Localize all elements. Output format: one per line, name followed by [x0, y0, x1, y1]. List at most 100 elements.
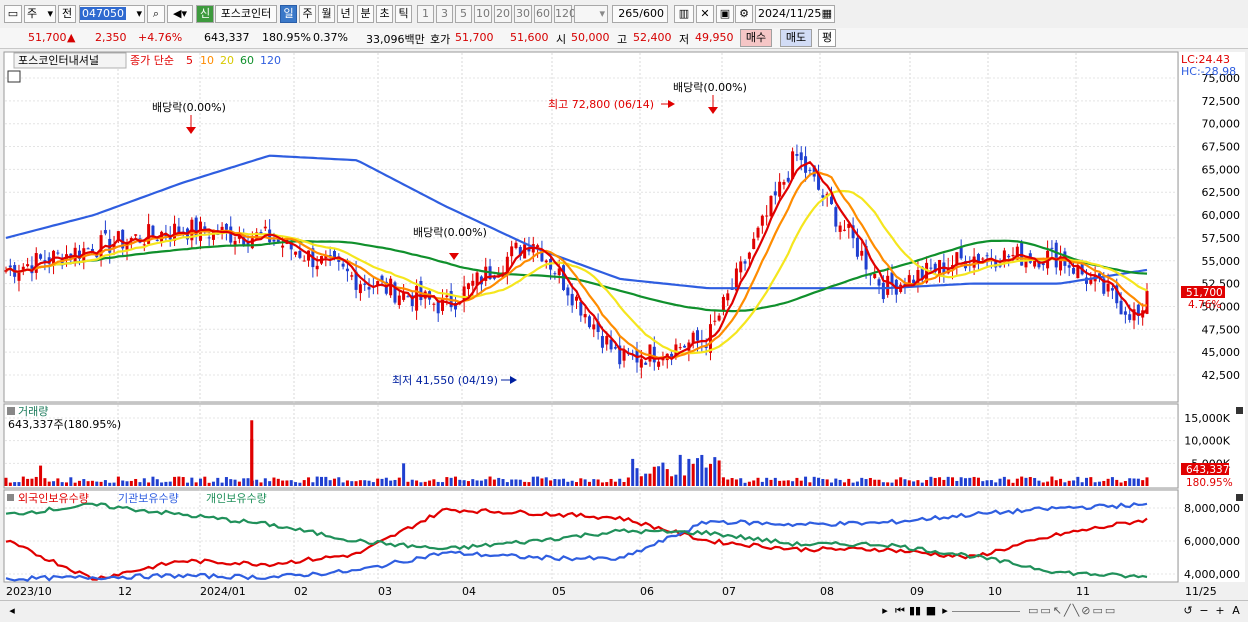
volume-bar — [380, 478, 384, 486]
pause-icon[interactable]: ▮▮ — [909, 603, 921, 619]
volume-bar — [60, 482, 64, 486]
volume-bar — [605, 482, 609, 486]
volume-bar — [721, 477, 725, 486]
candle-body — [8, 265, 12, 268]
font-size-icon[interactable]: A — [1230, 603, 1242, 619]
candle-body — [959, 247, 963, 259]
candle-body — [142, 244, 146, 246]
volume-bar — [963, 478, 967, 486]
chevron-down-icon: ▾ — [599, 7, 605, 20]
panel-collapse-icon[interactable] — [7, 494, 14, 501]
volume-bar — [933, 477, 937, 486]
drawing-tools[interactable]: ▭▭↖╱╲⊘▭▭ — [1028, 603, 1168, 619]
period-week[interactable]: 주 — [299, 5, 316, 23]
period-day[interactable]: 일 — [280, 5, 297, 23]
legend-foreign: 외국인보유수량 — [18, 492, 89, 505]
volume-bar — [985, 480, 989, 486]
sell-button[interactable]: 매도 — [780, 29, 812, 47]
candle-body — [1054, 242, 1058, 268]
period-year[interactable]: 년 — [337, 5, 354, 23]
volume-bar — [691, 463, 695, 486]
period-month[interactable]: 월 — [318, 5, 335, 23]
volume-bar — [1145, 477, 1149, 486]
interval-5[interactable]: 5 — [455, 5, 472, 23]
candle-body — [648, 344, 652, 362]
period-minute[interactable]: 분 — [357, 5, 374, 23]
zoom-slider[interactable] — [952, 603, 1020, 612]
interval-10[interactable]: 10 — [474, 5, 492, 23]
x-axis-label: 10 — [988, 585, 1002, 598]
volume-bar — [873, 479, 877, 486]
candle-body — [415, 285, 419, 311]
panel-close-icon[interactable] — [1236, 407, 1243, 414]
volume-bar — [544, 477, 548, 486]
custom-interval-select[interactable]: ▾ — [574, 5, 608, 23]
zoom-out-icon[interactable]: − — [1198, 603, 1210, 619]
play-icon[interactable]: ▸ — [879, 603, 891, 619]
forward-icon[interactable]: ▸ — [939, 603, 951, 619]
rewind-icon[interactable]: ⏮ — [893, 603, 907, 619]
candle-body — [397, 295, 401, 306]
gear-icon[interactable]: ⚙ — [735, 5, 753, 23]
volume-bar — [302, 480, 306, 486]
volume-bar — [337, 477, 341, 486]
panel-table-icon[interactable] — [7, 70, 21, 83]
stock-name[interactable]: 포스코인터 — [215, 5, 277, 23]
average-button[interactable]: 평 — [818, 29, 836, 47]
panel-close-icon[interactable] — [1236, 494, 1243, 501]
period-tag[interactable]: 전 — [58, 5, 76, 23]
buy-button[interactable]: 매수 — [740, 29, 772, 47]
volume-bar — [479, 480, 483, 486]
window-icon[interactable]: ▭ — [4, 5, 22, 23]
interval-20[interactable]: 20 — [494, 5, 512, 23]
volume-bar — [363, 480, 367, 486]
interval-30[interactable]: 30 — [514, 5, 532, 23]
market-select[interactable]: 주 ▾ — [24, 5, 56, 23]
code-input[interactable]: 047050 ▾ — [79, 5, 145, 23]
reset-icon[interactable]: ↺ — [1182, 603, 1194, 619]
speaker-icon[interactable]: ◀▾ — [167, 5, 193, 23]
x-axis-label: 11/25 — [1185, 585, 1217, 598]
price-tick-label: 47,500 — [1202, 323, 1241, 336]
volume-bar — [4, 477, 8, 486]
interval-1[interactable]: 1 — [417, 5, 434, 23]
volume-bar — [536, 476, 540, 486]
x-axis-label: 11 — [1076, 585, 1090, 598]
date-input[interactable]: 2024/11/25 ▦ — [755, 5, 835, 23]
volume-bar — [134, 478, 138, 486]
scroll-left-icon[interactable]: ◂ — [6, 603, 18, 619]
volume-tick-label: 15,000K — [1184, 412, 1230, 425]
period-second[interactable]: 초 — [376, 5, 393, 23]
volume-bar — [484, 479, 488, 486]
volume-bar — [77, 480, 81, 486]
stock-chart[interactable]: 75,00072,50070,00067,50065,00062,50060,0… — [0, 49, 1248, 621]
new-badge[interactable]: 신 — [196, 5, 214, 23]
candle-body — [272, 239, 276, 242]
cross-icon[interactable]: ✕ — [696, 5, 714, 23]
volume-bar — [488, 476, 492, 486]
candle-body — [721, 296, 725, 312]
save-icon[interactable]: ▣ — [716, 5, 734, 23]
volume-bar — [912, 481, 916, 486]
tools-icon[interactable]: ▥ — [674, 5, 694, 23]
volume-bar — [938, 477, 942, 486]
volume-bar — [540, 478, 544, 486]
interval-120[interactable]: 120 — [554, 5, 576, 23]
x-axis-label: 04 — [462, 585, 476, 598]
interval-60[interactable]: 60 — [534, 5, 552, 23]
volume-bar — [1033, 477, 1037, 486]
x-axis-label: 07 — [722, 585, 736, 598]
count-input[interactable]: 265/600 — [612, 5, 668, 23]
volume-bar — [1041, 482, 1045, 486]
interval-3[interactable]: 3 — [436, 5, 453, 23]
price-tick-label: 67,500 — [1202, 141, 1241, 154]
zoom-in-icon[interactable]: + — [1214, 603, 1226, 619]
volume-bar — [8, 482, 12, 486]
search-icon[interactable]: ⌕ — [147, 5, 165, 23]
volume-bar — [108, 482, 112, 486]
panel-collapse-icon[interactable] — [7, 407, 15, 415]
volume-bar — [168, 481, 172, 486]
period-tick[interactable]: 틱 — [395, 5, 412, 23]
stop-icon[interactable]: ■ — [925, 603, 937, 619]
candle-body — [1011, 254, 1015, 257]
